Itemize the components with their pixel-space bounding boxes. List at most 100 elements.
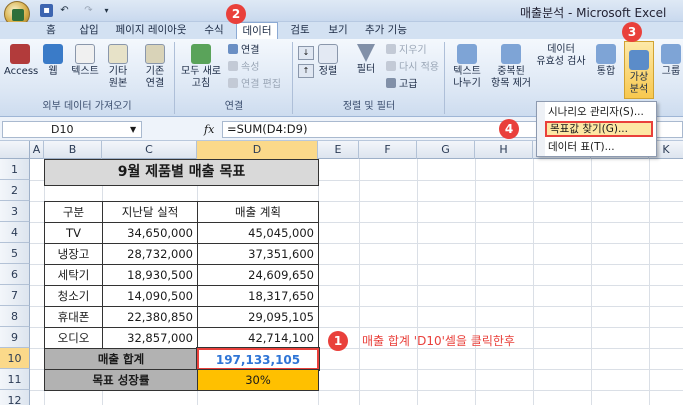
clear-filter-button[interactable]: 지우기 <box>386 44 427 57</box>
tab-view[interactable]: 보기 <box>320 22 356 39</box>
sort-az-icon[interactable]: ↓ <box>298 46 314 60</box>
tab-data[interactable]: 데이터 <box>236 22 278 39</box>
total-label-cell[interactable]: 매출 합계 <box>44 348 198 370</box>
text-to-columns-label: 텍스트 <box>453 66 481 77</box>
row-header-9[interactable]: 9 <box>0 327 30 348</box>
row-header-7[interactable]: 7 <box>0 285 30 306</box>
other-sources-button[interactable]: 기타 원본 <box>104 44 132 90</box>
table-cell-last-month[interactable]: 32,857,000 <box>102 327 198 349</box>
web-button[interactable]: 웹 <box>40 44 66 78</box>
existing-connections-button[interactable]: 기존 연결 <box>140 44 170 90</box>
name-box[interactable]: D10 <box>2 121 142 138</box>
table-cell-category[interactable]: 세탁기 <box>44 264 103 286</box>
menu-item-goal-seek[interactable]: 목표값 찾기(G)... <box>545 121 653 137</box>
reapply-label: 다시 적용 <box>399 62 439 73</box>
row-header-8[interactable]: 8 <box>0 306 30 327</box>
table-cell-category[interactable]: 휴대폰 <box>44 306 103 328</box>
table-cell-last-month[interactable]: 34,650,000 <box>102 222 198 244</box>
text-to-columns-button[interactable]: 텍스트 나누기 <box>448 44 486 90</box>
insert-function-icon[interactable]: fx <box>148 121 222 138</box>
table-cell-sales-plan[interactable]: 24,609,650 <box>197 264 319 286</box>
table-cell-sales-plan[interactable]: 18,317,650 <box>197 285 319 307</box>
group-label: 그룹 <box>661 66 681 77</box>
sort-za-icon[interactable]: ↑ <box>298 64 314 78</box>
step-1-badge: 1 <box>328 331 348 351</box>
office-logo-icon <box>12 9 24 21</box>
text-to-columns-icon <box>457 44 477 64</box>
what-if-label-2: 분석 <box>629 84 649 95</box>
row-header-3[interactable]: 3 <box>0 201 30 222</box>
edit-links-label: 연결 편집 <box>241 79 281 90</box>
text-import-button[interactable]: 텍스트 <box>68 44 102 78</box>
select-all-corner[interactable] <box>0 141 30 159</box>
table-cell-sales-plan[interactable]: 42,714,100 <box>197 327 319 349</box>
data-validation-button[interactable]: 데이터 유효성 검사 <box>536 44 586 68</box>
column-header-h[interactable]: H <box>475 141 533 159</box>
table-cell-last-month[interactable]: 22,380,850 <box>102 306 198 328</box>
what-if-analysis-content[interactable]: 가상 분석 <box>624 50 654 96</box>
tab-add-ins[interactable]: 추가 기능 <box>358 22 414 39</box>
growth-label-cell[interactable]: 목표 성장률 <box>44 369 198 391</box>
advanced-filter-button[interactable]: 고급 <box>386 78 417 91</box>
edit-links-button[interactable]: 연결 편집 <box>228 78 281 91</box>
column-header-a[interactable]: A <box>30 141 44 159</box>
table-cell-sales-plan[interactable]: 37,351,600 <box>197 243 319 265</box>
table-cell-sales-plan[interactable]: 45,045,000 <box>197 222 319 244</box>
advanced-filter-label: 고급 <box>399 79 418 90</box>
table-header-category[interactable]: 구분 <box>44 201 103 223</box>
refresh-all-button[interactable]: 모두 새로 고침 <box>178 44 224 90</box>
column-header-g[interactable]: G <box>417 141 475 159</box>
table-cell-category[interactable]: TV <box>44 222 103 244</box>
consolidate-button[interactable]: 통합 <box>592 44 620 78</box>
table-header-last-month[interactable]: 지난달 실적 <box>102 201 198 223</box>
data-validation-label-2: 유효성 검사 <box>536 56 586 67</box>
row-header-1[interactable]: 1 <box>0 159 30 180</box>
menu-item-scenario-manager[interactable]: 시나리오 관리자(S)... <box>545 104 653 120</box>
reapply-button[interactable]: 다시 적용 <box>386 61 439 74</box>
table-cell-category[interactable]: 오디오 <box>44 327 103 349</box>
total-value-cell-d10[interactable]: 197,133,105 <box>196 347 320 371</box>
menu-item-data-table[interactable]: 데이터 표(T)... <box>545 139 653 155</box>
row-header-6[interactable]: 6 <box>0 264 30 285</box>
tab-page-layout[interactable]: 페이지 레이아웃 <box>108 22 194 39</box>
advanced-filter-icon <box>386 78 396 88</box>
connections-button[interactable]: 연결 <box>228 44 259 57</box>
tab-insert[interactable]: 삽입 <box>70 22 108 39</box>
remove-duplicates-icon <box>501 44 521 64</box>
table-cell-last-month[interactable]: 28,732,000 <box>102 243 198 265</box>
access-button[interactable]: Access <box>4 44 38 78</box>
column-header-c[interactable]: C <box>102 141 197 159</box>
remove-duplicates-button[interactable]: 중복된 항목 제거 <box>486 44 536 90</box>
row-header-5[interactable]: 5 <box>0 243 30 264</box>
filter-button[interactable]: 필터 <box>354 44 378 76</box>
column-header-d[interactable]: D <box>197 141 318 159</box>
row-header-2[interactable]: 2 <box>0 180 30 201</box>
table-cell-category[interactable]: 청소기 <box>44 285 103 307</box>
row-header-12[interactable]: 12 <box>0 390 30 405</box>
name-box-dropdown-icon[interactable]: ▼ <box>130 121 136 138</box>
properties-button[interactable]: 속성 <box>228 61 259 74</box>
table-cell-last-month[interactable]: 14,090,500 <box>102 285 198 307</box>
consolidate-icon <box>596 44 616 64</box>
redo-icon[interactable]: ↷ <box>82 4 95 17</box>
table-header-sales-plan[interactable]: 매출 계획 <box>197 201 319 223</box>
tab-home[interactable]: 홈 <box>32 22 70 39</box>
column-header-f[interactable]: F <box>359 141 417 159</box>
qat-customize-icon[interactable]: ▾ <box>100 4 113 17</box>
tab-formulas[interactable]: 수식 <box>194 22 234 39</box>
sort-button[interactable]: 정렬 <box>316 44 340 78</box>
table-cell-last-month[interactable]: 18,930,500 <box>102 264 198 286</box>
tab-review[interactable]: 검토 <box>282 22 318 39</box>
growth-value-cell[interactable]: 30% <box>197 369 319 391</box>
sheet-title-cell[interactable]: 9월 제품별 매출 목표 <box>44 159 319 186</box>
save-icon[interactable]: ▪ <box>40 4 53 17</box>
column-header-b[interactable]: B <box>44 141 102 159</box>
group-button[interactable]: 그룹 <box>660 44 682 78</box>
table-cell-category[interactable]: 냉장고 <box>44 243 103 265</box>
table-cell-sales-plan[interactable]: 29,095,105 <box>197 306 319 328</box>
undo-icon[interactable]: ↶ <box>58 4 71 17</box>
row-header-10[interactable]: 10 <box>0 348 30 369</box>
row-header-11[interactable]: 11 <box>0 369 30 390</box>
column-header-e[interactable]: E <box>318 141 359 159</box>
row-header-4[interactable]: 4 <box>0 222 30 243</box>
